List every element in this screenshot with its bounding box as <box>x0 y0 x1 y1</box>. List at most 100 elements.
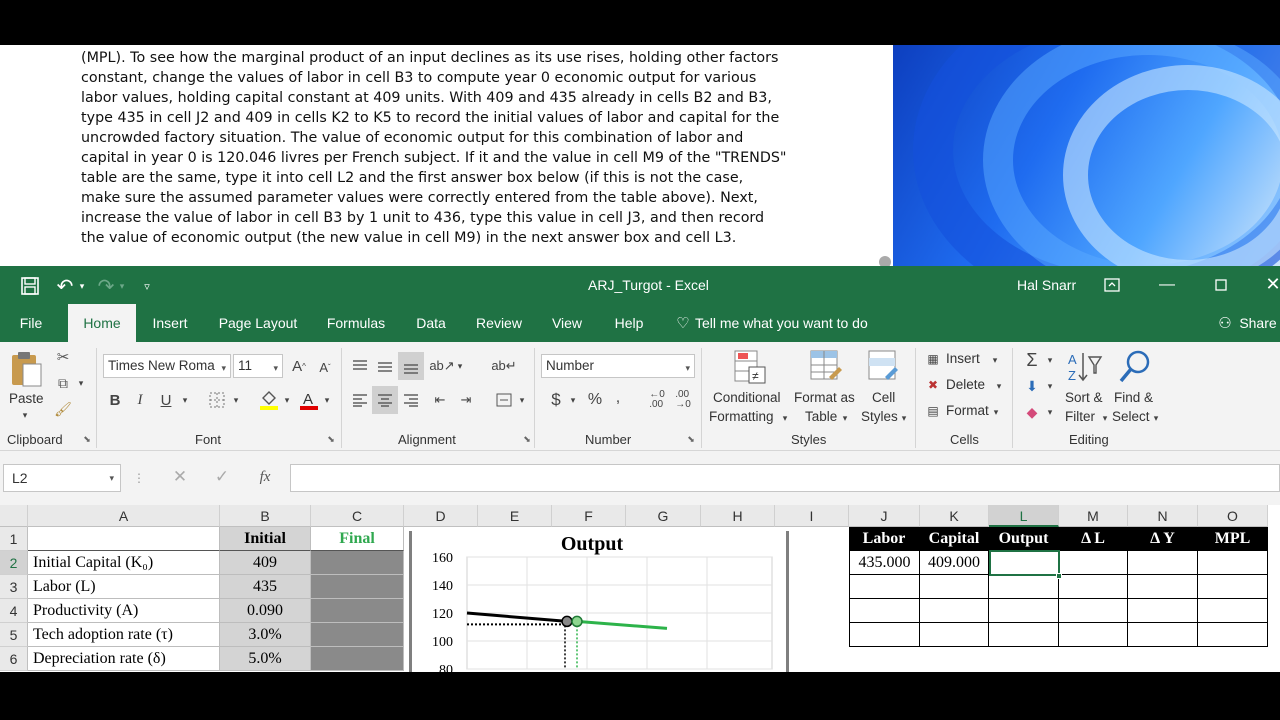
column-header-k[interactable]: K <box>920 505 989 527</box>
answer-cell[interactable] <box>989 623 1059 647</box>
insert-function-icon[interactable]: fx <box>255 466 275 488</box>
paste-icon[interactable] <box>8 349 44 389</box>
param-final-value[interactable] <box>311 551 404 575</box>
ribbon-display-icon[interactable] <box>1102 276 1122 294</box>
column-header-h[interactable]: H <box>701 505 775 527</box>
param-final-value[interactable] <box>311 575 404 599</box>
format-as-table-label-2[interactable]: Table <box>805 409 837 424</box>
row-header-3[interactable]: 3 <box>0 575 28 599</box>
confirm-entry-icon[interactable]: ✓ <box>212 466 232 488</box>
answer-header[interactable]: Δ L <box>1059 527 1128 551</box>
answer-cell[interactable]: 409.000 <box>920 551 989 575</box>
clipboard-launcher-icon[interactable]: ⬊ <box>82 434 92 444</box>
share-icon[interactable]: ⚇ <box>1216 314 1234 332</box>
decrease-indent-icon[interactable]: ⇤ <box>430 390 450 410</box>
font-color-dropdown-icon[interactable]: ▾ <box>322 394 332 406</box>
cell-b1-initial-header[interactable]: Initial <box>220 527 311 551</box>
orientation-dropdown-icon[interactable]: ▾ <box>455 360 465 372</box>
select-all-corner[interactable] <box>0 505 28 527</box>
copy-dropdown-icon[interactable]: ▾ <box>76 376 86 390</box>
cell-a1[interactable] <box>28 527 220 551</box>
name-box[interactable]: L2 ▾ <box>3 464 121 492</box>
answer-cell[interactable] <box>920 599 989 623</box>
font-size-dropdown[interactable]: 11 ▾ <box>233 354 283 378</box>
borders-dropdown-icon[interactable]: ▾ <box>231 394 241 406</box>
number-format-dropdown[interactable]: Number ▾ <box>541 354 695 378</box>
undo-dropdown-icon[interactable]: ▾ <box>77 277 87 295</box>
undo-icon[interactable]: ↶ <box>54 275 76 298</box>
redo-icon[interactable]: ↷ <box>95 275 117 298</box>
cell-styles-icon[interactable] <box>866 348 902 386</box>
decrease-decimal-icon[interactable]: .00 →0 <box>672 389 694 411</box>
align-top-icon[interactable] <box>350 356 370 376</box>
format-as-table-icon[interactable] <box>808 348 844 386</box>
tab-insert[interactable]: Insert <box>146 304 194 342</box>
paste-dropdown-icon[interactable]: ▾ <box>19 410 31 420</box>
align-left-icon[interactable] <box>350 390 370 410</box>
column-header-o[interactable]: O <box>1198 505 1268 527</box>
tab-review[interactable]: Review <box>472 304 526 342</box>
row-header-4[interactable]: 4 <box>0 599 28 623</box>
answer-cell[interactable] <box>849 623 920 647</box>
paste-label[interactable]: Paste <box>9 391 44 406</box>
align-middle-icon[interactable] <box>375 356 395 376</box>
clear-dropdown-icon[interactable]: ▾ <box>1045 406 1055 418</box>
merge-center-icon[interactable] <box>494 390 514 410</box>
column-header-g[interactable]: G <box>626 505 701 527</box>
format-painter-icon[interactable]: 🖌 <box>54 400 72 418</box>
minimize-icon[interactable]: — <box>1158 276 1176 294</box>
increase-indent-icon[interactable]: ⇥ <box>456 390 476 410</box>
autosum-dropdown-icon[interactable]: ▾ <box>1045 354 1055 366</box>
font-launcher-icon[interactable]: ⬊ <box>326 434 336 444</box>
maximize-icon[interactable] <box>1212 276 1230 294</box>
tell-me-search[interactable]: Tell me what you want to do <box>695 304 875 342</box>
column-header-m[interactable]: M <box>1059 505 1128 527</box>
param-label[interactable]: Depreciation rate (δ) <box>28 647 220 671</box>
column-header-a[interactable]: A <box>28 505 220 527</box>
tab-data[interactable]: Data <box>409 304 453 342</box>
answer-cell[interactable] <box>1059 599 1128 623</box>
insert-cells-label[interactable]: Insert <box>946 351 980 366</box>
user-name[interactable]: Hal Snarr <box>1017 277 1076 293</box>
answer-cell[interactable] <box>1198 575 1268 599</box>
answer-cell[interactable] <box>1128 599 1198 623</box>
find-select-label-1[interactable]: Find & <box>1114 390 1153 405</box>
tab-page-layout[interactable]: Page Layout <box>212 304 304 342</box>
formula-input[interactable] <box>290 464 1280 492</box>
orientation-icon[interactable]: ab↗ <box>429 356 454 376</box>
answer-cell[interactable] <box>849 575 920 599</box>
param-label[interactable]: Tech adoption rate (τ) <box>28 623 220 647</box>
answer-header[interactable]: Labor <box>849 527 920 551</box>
answer-header[interactable]: MPL <box>1198 527 1268 551</box>
tab-view[interactable]: View <box>547 304 587 342</box>
answer-cell[interactable] <box>920 623 989 647</box>
answer-cell[interactable] <box>1059 575 1128 599</box>
italic-icon[interactable]: I <box>131 390 149 410</box>
cell-c1-final-header[interactable]: Final <box>311 527 404 551</box>
answer-cell[interactable] <box>1198 599 1268 623</box>
answer-cell[interactable] <box>1128 623 1198 647</box>
copy-icon[interactable]: ⧉ <box>54 374 72 392</box>
column-header-d[interactable]: D <box>404 505 478 527</box>
fill-color-icon[interactable] <box>258 388 280 412</box>
cancel-entry-icon[interactable]: ✕ <box>170 466 190 488</box>
tab-home[interactable]: Home <box>68 304 136 342</box>
decrease-font-icon[interactable]: Aˇ <box>316 358 334 376</box>
column-header-b[interactable]: B <box>220 505 311 527</box>
find-select-icon[interactable] <box>1116 348 1154 386</box>
param-final-value[interactable] <box>311 599 404 623</box>
answer-cell[interactable] <box>1059 551 1128 575</box>
insert-cells-icon[interactable]: ▦ <box>924 350 942 368</box>
column-header-f[interactable]: F <box>552 505 626 527</box>
column-header-n[interactable]: N <box>1128 505 1198 527</box>
answer-header[interactable]: Δ Y <box>1128 527 1198 551</box>
row-header-5[interactable]: 5 <box>0 623 28 647</box>
answer-cell[interactable]: 435.000 <box>849 551 920 575</box>
wrap-text-icon[interactable]: ab↵ <box>491 356 516 376</box>
param-label[interactable]: Initial Capital (K₀) <box>28 551 220 575</box>
currency-dropdown-icon[interactable]: ▾ <box>568 394 578 406</box>
answer-cell[interactable] <box>989 599 1059 623</box>
cell-styles-dropdown-icon[interactable]: ▾ <box>899 412 909 424</box>
align-right-icon[interactable] <box>401 390 421 410</box>
comma-icon[interactable]: , <box>612 388 624 408</box>
